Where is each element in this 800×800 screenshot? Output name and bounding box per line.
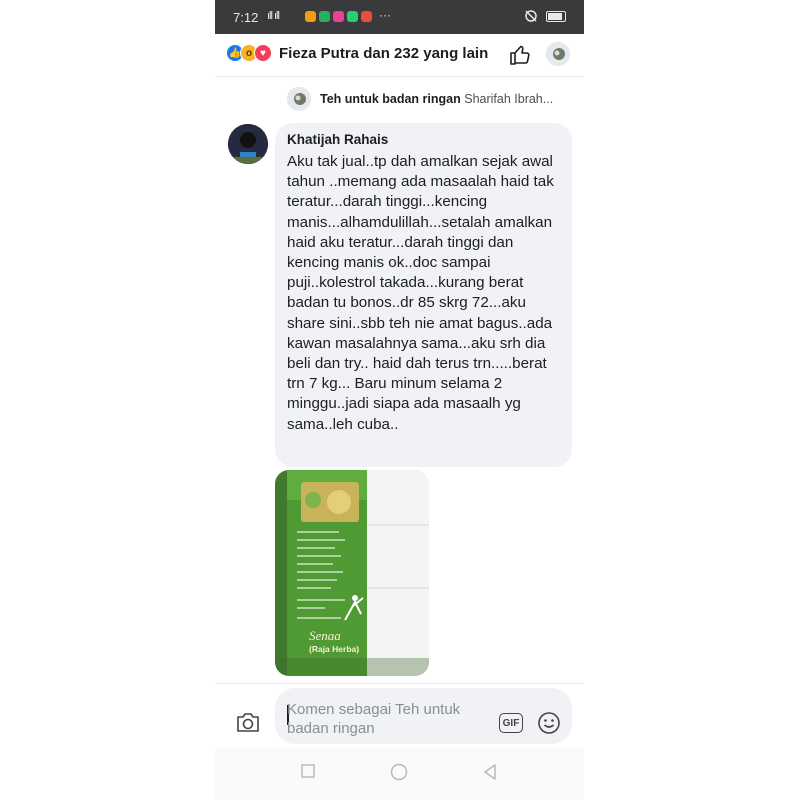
page-avatar [287,87,311,111]
comment-composer: Komen sebagai Teh untuk badan ringan GIF [215,683,584,748]
status-time: 7:12 [233,10,259,25]
nav-recent-icon[interactable] [301,764,315,783]
gif-icon[interactable]: GIF [499,713,523,733]
more-notifications: ··· [379,8,391,22]
page-avatar[interactable] [546,42,570,66]
signal-icon: ıll ıll [267,10,280,22]
system-nav-bar [215,748,584,800]
comment-text: Aku tak jual..tp dah amalkan sejak awal … [287,153,554,433]
do-not-disturb-icon [525,10,537,22]
reply-page-name: Teh untuk badan ringan [320,92,461,106]
nav-home-icon[interactable] [390,763,408,786]
phone-screen: 7:12 ıll ıll ··· 👍 o ♥ Fieza Putra dan 2… [215,0,584,800]
camera-icon[interactable] [235,710,261,734]
notification-icons [305,11,372,22]
reply-context[interactable]: Teh untuk badan ringan Sharifah Ibrah... [287,87,577,113]
reply-context-text: Teh untuk badan ringan Sharifah Ibrah... [320,92,553,106]
comment-photo[interactable]: Senaa (Raja Herba) [275,470,429,676]
app-notification-icon [361,11,372,22]
status-bar: 7:12 ıll ıll ··· [215,0,584,34]
comment-bubble[interactable]: Khatijah Rahais Aku tak jual..tp dah ama… [275,123,572,467]
app-notification-icon [305,11,316,22]
thumbs-up-icon[interactable] [508,43,532,67]
comment-placeholder: Komen sebagai Teh untuk badan ringan [287,701,461,737]
reactions-header[interactable]: 👍 o ♥ Fieza Putra dan 232 yang lain [215,34,584,77]
comment-author[interactable]: Khatijah Rahais [287,132,388,147]
love-reaction-icon: ♥ [254,44,272,62]
product-subname: (Raja Herba) [309,644,360,654]
app-notification-icon [333,11,344,22]
reply-author-preview: Sharifah Ibrah... [464,92,554,106]
smiley-icon[interactable] [537,711,561,735]
commenter-avatar[interactable] [228,124,268,164]
app-notification-icon [347,11,358,22]
reaction-names[interactable]: Fieza Putra dan 232 yang lain [279,45,488,62]
reaction-icons: 👍 o ♥ [226,44,272,62]
nav-back-icon[interactable] [483,764,497,785]
battery-icon [546,10,566,22]
product-name: Senaa [309,628,341,643]
app-notification-icon [319,11,330,22]
comment-input[interactable]: Komen sebagai Teh untuk badan ringan GIF [275,688,572,744]
